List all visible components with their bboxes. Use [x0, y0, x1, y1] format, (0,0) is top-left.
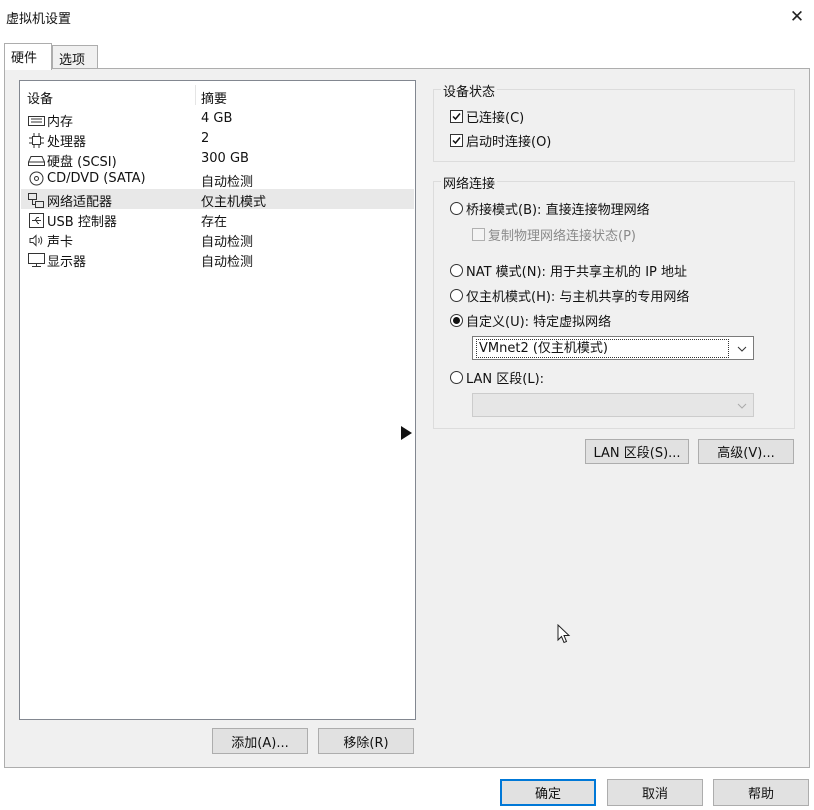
chevron-down-icon[interactable] — [735, 343, 749, 355]
host-only-radio[interactable]: 仅主机模式(H): 与主机共享的专用网络 — [450, 286, 689, 305]
connect-at-power-on-checkbox[interactable]: 启动时连接(O) — [450, 131, 551, 150]
tab-options-label: 选项 — [59, 53, 86, 68]
device-row-usb-controller[interactable]: USB 控制器 存在 — [21, 209, 414, 230]
processor-icon — [27, 133, 45, 148]
lan-segments-button-label: LAN 区段(S)... — [593, 446, 681, 461]
device-row-cd-dvd[interactable]: CD/DVD (SATA) 自动检测 — [21, 169, 414, 190]
device-row-hard-disk[interactable]: 硬盘 (SCSI) 300 GB — [21, 149, 414, 170]
advanced-button[interactable]: 高级(V)... — [698, 439, 794, 464]
device-summary: 仅主机模式 — [201, 195, 267, 210]
add-button[interactable]: 添加(A)... — [212, 728, 308, 754]
nat-radio-circle[interactable] — [450, 264, 463, 277]
device-name: 硬盘 (SCSI) — [47, 155, 117, 170]
connected-check[interactable] — [450, 110, 463, 123]
device-name: CD/DVD (SATA) — [47, 171, 146, 186]
window-title: 虚拟机设置 — [6, 12, 72, 27]
bridged-radio[interactable]: 桥接模式(B): 直接连接物理网络 — [450, 199, 650, 218]
device-name: 内存 — [47, 115, 74, 130]
device-summary: 300 GB — [201, 151, 249, 166]
device-row-memory[interactable]: 内存 4 GB — [21, 109, 414, 130]
device-row-processor[interactable]: 处理器 2 — [21, 129, 414, 150]
tab-options[interactable]: 选项 — [52, 45, 98, 69]
device-name: 显示器 — [47, 255, 87, 270]
device-list[interactable]: 设备 摘要 内存 4 GB 处理器 2 硬盘 (SCSI) 300 GB CD/… — [19, 80, 416, 720]
advanced-button-label: 高级(V)... — [717, 446, 775, 461]
nat-radio[interactable]: NAT 模式(N): 用于共享主机的 IP 地址 — [450, 261, 687, 280]
network-adapter-icon — [27, 193, 45, 208]
help-button[interactable]: 帮助 — [713, 779, 809, 806]
device-name: USB 控制器 — [47, 215, 117, 230]
bridged-radio-circle[interactable] — [450, 202, 463, 215]
help-button-label: 帮助 — [747, 787, 774, 802]
column-separator — [195, 85, 196, 105]
device-summary: 2 — [201, 131, 210, 146]
lan-segment-label: LAN 区段(L): — [466, 372, 545, 387]
bridged-label: 桥接模式(B): 直接连接物理网络 — [466, 203, 650, 218]
device-row-sound-card[interactable]: 声卡 自动检测 — [21, 229, 414, 250]
device-summary: 4 GB — [201, 111, 233, 126]
lan-segment-radio-circle[interactable] — [450, 371, 463, 384]
monitor-icon — [27, 253, 45, 268]
custom-network-select[interactable]: VMnet2 (仅主机模式) — [472, 336, 754, 360]
usb-icon — [27, 213, 45, 228]
device-summary: 自动检测 — [201, 235, 254, 250]
device-status-title: 设备状态 — [441, 81, 498, 100]
chevron-down-icon[interactable] — [735, 400, 749, 412]
device-status-group: 设备状态 已连接(C) 启动时连接(O) — [433, 81, 795, 162]
host-only-label: 仅主机模式(H): 与主机共享的专用网络 — [466, 290, 690, 305]
connect-at-power-on-label: 启动时连接(O) — [466, 135, 552, 150]
network-connection-group: 网络连接 桥接模式(B): 直接连接物理网络 复制物理网络连接状态(P) NAT… — [433, 173, 795, 429]
ok-button-label: 确定 — [534, 787, 561, 802]
close-icon: ✕ — [789, 7, 805, 27]
memory-icon — [27, 113, 45, 128]
column-header-summary[interactable]: 摘要 — [201, 88, 227, 107]
remove-button[interactable]: 移除(R) — [318, 728, 414, 754]
title-bar: 虚拟机设置 ✕ — [0, 0, 814, 34]
device-name: 网络适配器 — [47, 195, 113, 210]
cancel-button-label: 取消 — [641, 787, 668, 802]
lan-segments-button[interactable]: LAN 区段(S)... — [585, 439, 689, 464]
custom-network-select-value: VMnet2 (仅主机模式) — [476, 339, 729, 358]
device-summary: 存在 — [201, 215, 228, 230]
device-name: 处理器 — [47, 135, 87, 150]
device-row-network-adapter[interactable]: 网络适配器 仅主机模式 — [21, 189, 414, 210]
add-button-label: 添加(A)... — [231, 735, 289, 751]
play-arrow-icon — [401, 426, 412, 440]
remove-button-label: 移除(R) — [343, 735, 389, 751]
host-only-radio-circle[interactable] — [450, 289, 463, 302]
connected-checkbox[interactable]: 已连接(C) — [450, 107, 524, 126]
custom-radio-circle[interactable] — [450, 314, 463, 327]
lan-segment-radio[interactable]: LAN 区段(L): — [450, 368, 544, 387]
cancel-button[interactable]: 取消 — [607, 779, 703, 806]
nat-label: NAT 模式(N): 用于共享主机的 IP 地址 — [466, 265, 688, 280]
cd-dvd-icon — [27, 171, 45, 186]
column-header-device[interactable]: 设备 — [27, 88, 53, 107]
device-summary: 自动检测 — [201, 255, 254, 270]
close-button[interactable]: ✕ — [784, 5, 810, 29]
connected-label: 已连接(C) — [466, 111, 525, 126]
device-summary: 自动检测 — [201, 175, 254, 190]
device-row-display[interactable]: 显示器 自动检测 — [21, 249, 414, 270]
custom-label: 自定义(U): 特定虚拟网络 — [466, 315, 612, 330]
tab-hardware-label: 硬件 — [11, 51, 38, 66]
tab-hardware[interactable]: 硬件 — [4, 43, 52, 70]
hard-disk-icon — [27, 153, 45, 168]
replicate-state-label: 复制物理网络连接状态(P) — [488, 229, 636, 244]
radio-selected-dot — [453, 317, 460, 324]
lan-segment-select[interactable] — [472, 393, 754, 417]
ok-button[interactable]: 确定 — [500, 779, 596, 806]
hardware-panel: 设备 摘要 内存 4 GB 处理器 2 硬盘 (SCSI) 300 GB CD/… — [4, 68, 810, 768]
replicate-state-checkbox[interactable]: 复制物理网络连接状态(P) — [472, 225, 636, 244]
connect-at-power-on-check[interactable] — [450, 134, 463, 147]
custom-radio[interactable]: 自定义(U): 特定虚拟网络 — [450, 311, 611, 330]
device-name: 声卡 — [47, 235, 74, 250]
mouse-cursor-icon — [557, 623, 571, 648]
replicate-state-check[interactable] — [472, 228, 485, 241]
network-connection-title: 网络连接 — [441, 173, 498, 192]
speaker-icon — [27, 233, 45, 248]
